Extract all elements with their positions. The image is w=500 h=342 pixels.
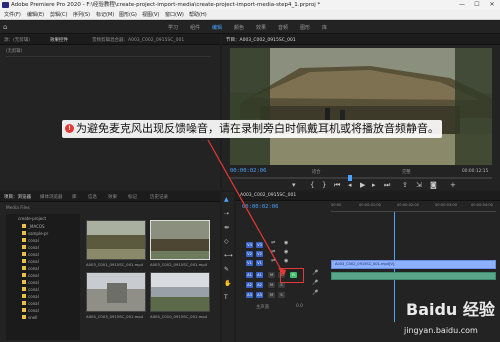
warning-text: 为避免麦克风出现反馈噪音，请在录制旁白时佩戴耳机或将播放音频静音。: [76, 122, 439, 135]
warning-badge: !: [65, 124, 74, 133]
watermark-brand: Baidu 经验: [406, 300, 495, 319]
watermark-url: jingyan.baidu.com: [404, 326, 478, 335]
annotation-arrow: [207, 139, 286, 276]
baidu-watermark: Baidu 经验 jingyan.baidu.com: [400, 296, 498, 340]
voiceover-warning-message: ! 为避免麦克风出现反馈噪音，请在录制旁白时佩戴耳机或将播放音频静音。: [62, 120, 442, 138]
